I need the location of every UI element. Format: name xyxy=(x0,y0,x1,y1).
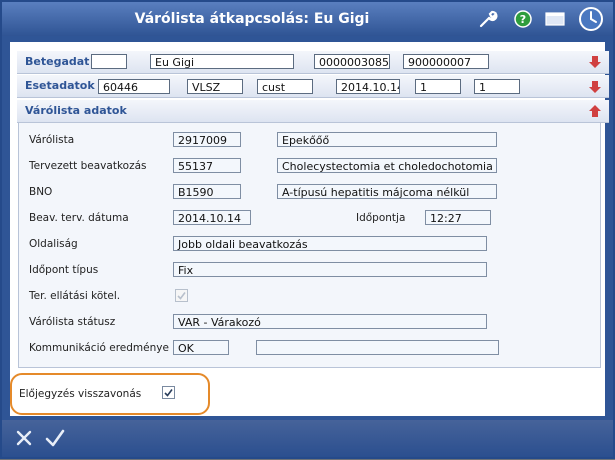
svg-text:?: ? xyxy=(520,13,526,26)
time-label: Időpontja xyxy=(356,212,406,224)
help-icon[interactable]: ? xyxy=(512,9,534,29)
date-field[interactable]: 2014.10.14 xyxy=(173,210,251,225)
expand-down-arrow-icon[interactable] xyxy=(587,79,603,95)
window-icon[interactable] xyxy=(544,9,566,29)
bno-name-field[interactable]: A-típusú hepatitis májcoma nélkül xyxy=(277,184,497,199)
waitlist-band: Várólista adatok xyxy=(17,100,609,123)
case-label: Esetadatok xyxy=(25,79,95,92)
clock-icon[interactable] xyxy=(578,6,604,32)
status-label: Várólista státusz xyxy=(29,316,116,328)
case-n2-field[interactable]: 1 xyxy=(474,79,520,94)
side-label: Oldaliság xyxy=(29,238,78,250)
comm-extra-field[interactable] xyxy=(256,340,499,355)
dialog-window: Várólista átkapcsolás: Eu Gigi ? Betegad… xyxy=(0,0,615,459)
bottom-toolbar xyxy=(2,420,613,457)
expand-down-arrow-icon[interactable] xyxy=(587,54,603,70)
collapse-up-arrow-icon[interactable] xyxy=(587,103,603,119)
planned-code-field[interactable]: 55137 xyxy=(173,158,241,173)
waitlist-code-field[interactable]: 2917009 xyxy=(173,132,241,147)
timetype-field[interactable]: Fix xyxy=(173,262,487,277)
case-band: Esetadatok 60446 VLSZ cust 2014.10.14 1 … xyxy=(17,75,609,98)
comm-field[interactable]: OK xyxy=(173,340,229,355)
patient-id2-field[interactable]: 900000007 xyxy=(403,54,489,69)
side-field[interactable]: Jobb oldali beavatkozás xyxy=(173,236,487,251)
case-type-field[interactable]: cust xyxy=(257,79,313,94)
bno-label: BNO xyxy=(29,186,53,198)
case-field-1[interactable]: 60446 xyxy=(98,79,170,94)
waitlist-panel: Várólista 2917009 Epekőőő Tervezett beav… xyxy=(18,122,601,368)
window-title: Várólista átkapcsolás: Eu Gigi xyxy=(134,11,370,27)
case-n1-field[interactable]: 1 xyxy=(415,79,461,94)
planned-label: Tervezett beavatkozás xyxy=(29,160,147,172)
wrench-icon[interactable] xyxy=(476,9,498,29)
patient-field-1[interactable] xyxy=(91,54,127,69)
date-label: Beav. terv. dátuma xyxy=(29,212,129,224)
planned-name-field[interactable]: Cholecystectomia et choledochotomia lapa… xyxy=(277,158,497,173)
highlight-ring xyxy=(10,373,210,415)
time-field[interactable]: 12:27 xyxy=(425,210,491,225)
patient-name-field[interactable]: Eu Gigi xyxy=(150,54,294,69)
case-dept-field[interactable]: VLSZ xyxy=(187,79,243,94)
waitlist-name-field[interactable]: Epekőőő xyxy=(277,132,497,147)
patient-band: Betegadat Eu Gigi 00000030853 900000007 xyxy=(17,51,609,74)
patient-label: Betegadat xyxy=(25,55,90,68)
confirm-check-icon[interactable] xyxy=(44,428,66,448)
content-panel: Betegadat Eu Gigi 00000030853 900000007 … xyxy=(10,42,609,416)
status-field[interactable]: VAR - Várakozó xyxy=(173,314,487,329)
case-date-field[interactable]: 2014.10.14 xyxy=(336,79,400,94)
bno-code-field[interactable]: B1590 xyxy=(173,184,241,199)
checkmark-icon xyxy=(177,292,186,300)
comm-label: Kommunikáció eredménye xyxy=(29,342,169,354)
title-bar: Várólista átkapcsolás: Eu Gigi ? xyxy=(2,2,613,36)
waitlist-label: Várólista xyxy=(29,134,75,146)
cancel-x-icon[interactable] xyxy=(14,428,34,448)
timetype-label: Időpont típus xyxy=(29,264,99,276)
care-checkbox[interactable] xyxy=(175,289,188,302)
care-label: Ter. ellátási kötel. xyxy=(29,290,121,302)
patient-id1-field[interactable]: 00000030853 xyxy=(314,54,390,69)
waitlist-header: Várólista adatok xyxy=(25,104,127,117)
